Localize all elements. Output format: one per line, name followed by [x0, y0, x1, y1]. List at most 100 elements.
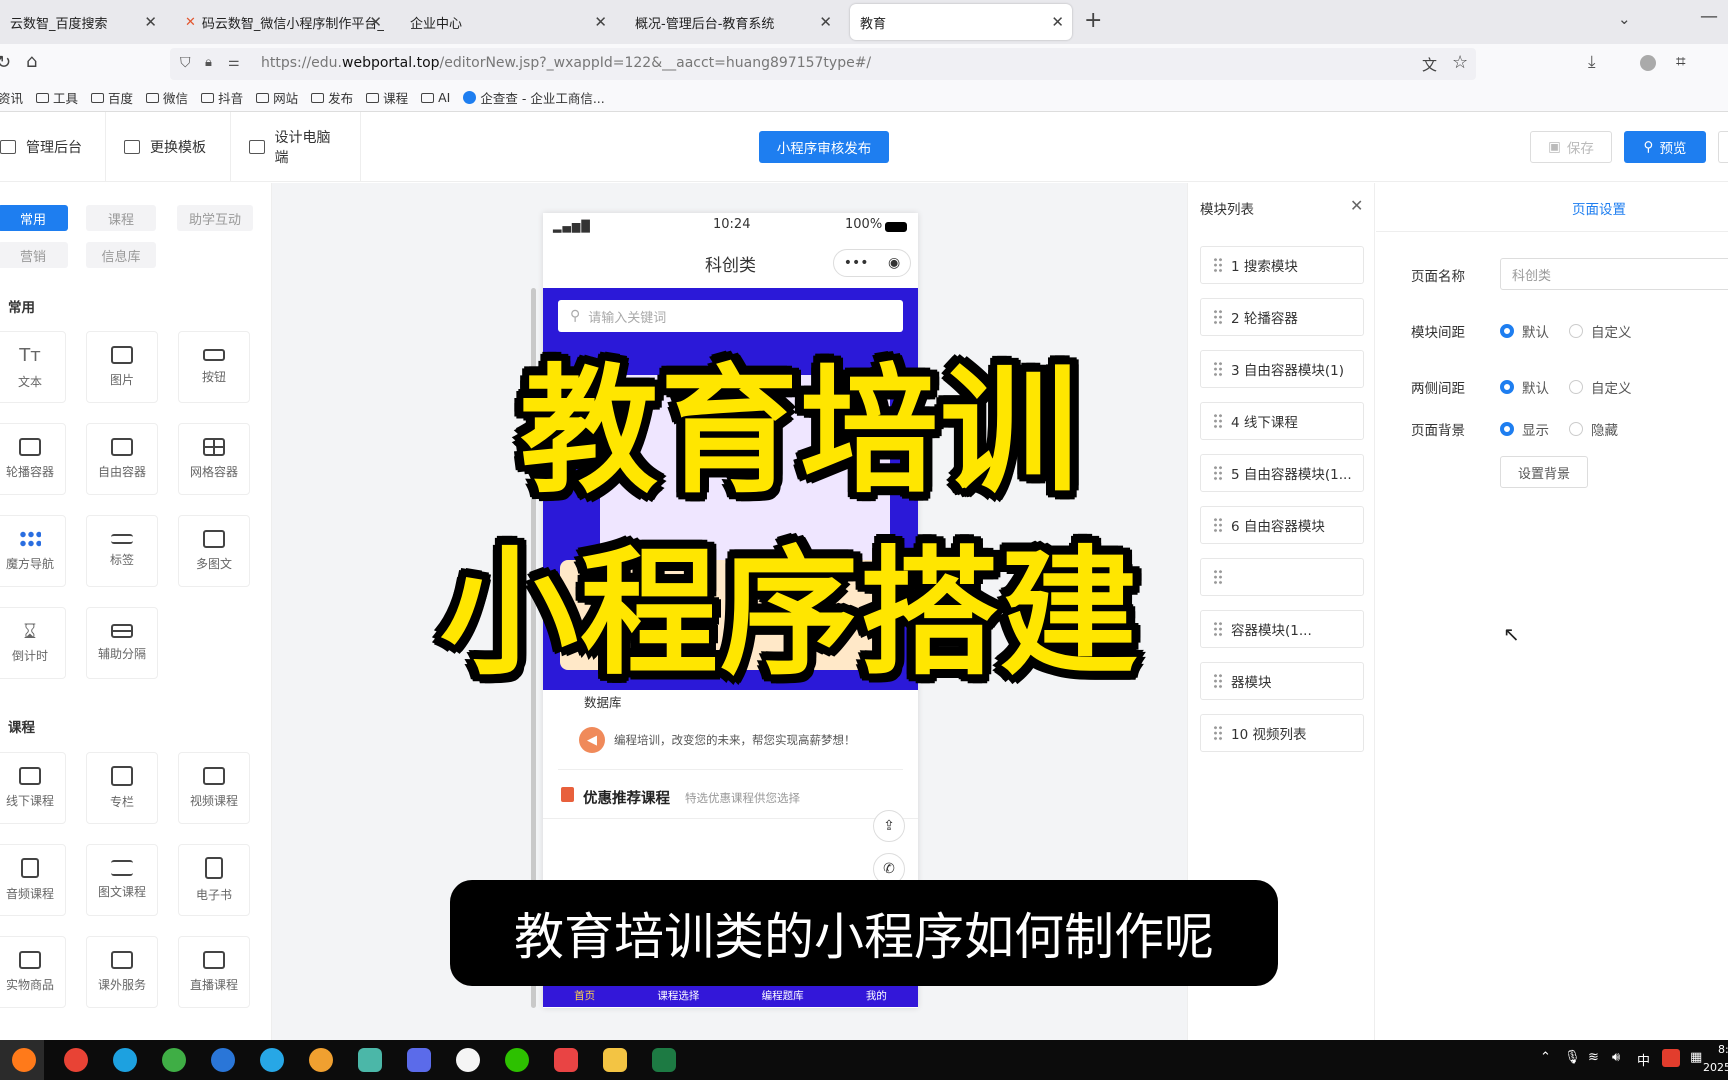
close-icon[interactable]: ✕: [819, 13, 832, 31]
component-live-course[interactable]: 直播课程: [178, 936, 250, 1008]
close-icon[interactable]: ✕: [144, 13, 157, 31]
module-item[interactable]: 容器模块(1...: [1200, 610, 1364, 648]
target-icon[interactable]: ◉: [888, 255, 900, 271]
drag-handle-icon[interactable]: [1213, 465, 1223, 481]
bg-show-radio[interactable]: 显示: [1500, 419, 1549, 439]
ime-indicator[interactable]: 中: [1637, 1050, 1650, 1069]
design-pc-button[interactable]: 设计电脑端: [231, 112, 361, 182]
spacing-custom-radio[interactable]: 自定义: [1569, 321, 1632, 341]
lock-icon[interactable]: 🔒︎: [205, 55, 212, 70]
volume-icon[interactable]: 🔊︎: [1612, 1050, 1620, 1065]
qq-icon[interactable]: [456, 1048, 480, 1072]
home-icon[interactable]: ⌂: [26, 51, 37, 72]
close-icon[interactable]: ✕: [1350, 196, 1363, 215]
reload-icon[interactable]: ↻: [0, 52, 11, 73]
bookmark-folder[interactable]: 网站: [256, 88, 298, 107]
module-item[interactable]: 2 轮播容器: [1200, 298, 1364, 336]
chevron-down-icon[interactable]: ⌄: [1618, 10, 1631, 28]
drag-handle-icon[interactable]: [1213, 725, 1223, 741]
component-button[interactable]: 按钮: [178, 331, 250, 403]
category-marketing[interactable]: 营销: [0, 242, 68, 268]
preview-button[interactable]: ⚲ 预览: [1624, 131, 1706, 163]
page-name-input[interactable]: [1500, 258, 1728, 290]
tab-overview[interactable]: 概况-管理后台-教育系统 ✕: [625, 4, 840, 40]
spacing-default-radio[interactable]: 默认: [1500, 321, 1549, 341]
side-default-radio[interactable]: 默认: [1500, 377, 1549, 397]
module-item[interactable]: 6 自由容器模块: [1200, 506, 1364, 544]
component-free-container[interactable]: 自由容器: [86, 423, 158, 495]
change-template-button[interactable]: 更换模板: [106, 112, 231, 182]
component-article-course[interactable]: 图文课程: [86, 844, 158, 916]
bg-hide-radio[interactable]: 隐藏: [1569, 419, 1618, 439]
bookmark-folder[interactable]: 百度: [91, 88, 133, 107]
database-label[interactable]: 数据库: [584, 692, 622, 711]
bookmark-folder[interactable]: AI: [421, 90, 450, 105]
clock-time[interactable]: 8:: [1718, 1043, 1728, 1056]
module-item[interactable]: 器模块: [1200, 662, 1364, 700]
new-tab-button[interactable]: +: [1084, 8, 1102, 33]
component-image[interactable]: 图片: [86, 331, 158, 403]
edge-icon[interactable]: [113, 1048, 137, 1072]
component-multi-image[interactable]: 多图文: [178, 515, 250, 587]
colorful-app-icon[interactable]: [309, 1048, 333, 1072]
drag-handle-icon[interactable]: [1213, 257, 1223, 273]
component-ebook[interactable]: 电子书: [178, 844, 250, 916]
file-explorer-icon[interactable]: [603, 1048, 627, 1072]
tab-enterprise[interactable]: 企业中心 ✕: [400, 4, 615, 40]
sogou-ime-icon[interactable]: [1662, 1049, 1680, 1067]
extension-icon[interactable]: [1640, 55, 1656, 71]
category-info[interactable]: 信息库: [86, 242, 156, 268]
tab-page-settings[interactable]: 页面设置: [1572, 198, 1626, 218]
wechat-icon[interactable]: [505, 1048, 529, 1072]
drag-handle-icon[interactable]: [1213, 569, 1223, 585]
bookmark-qichacha[interactable]: 企查查 - 企业工商信...: [463, 88, 605, 107]
address-bar[interactable]: ⛉ 🔒︎ ⚌ https://edu.webportal.top/editorN…: [170, 48, 1476, 80]
browser-360-icon[interactable]: [162, 1048, 186, 1072]
category-interaction[interactable]: 助学互动: [177, 205, 253, 231]
component-audio-course[interactable]: 音频课程: [0, 844, 66, 916]
phone-tab-courses[interactable]: 课程选择: [657, 988, 699, 1003]
admin-button[interactable]: 管理后台: [0, 112, 106, 182]
drag-handle-icon[interactable]: [1213, 517, 1223, 533]
qq-browser-icon[interactable]: [260, 1048, 284, 1072]
module-item[interactable]: 5 自由容器模块(1...: [1200, 454, 1364, 492]
chevron-up-icon[interactable]: ⌃: [1540, 1050, 1551, 1065]
set-background-button[interactable]: 设置背景: [1500, 456, 1588, 488]
bookmark-item[interactable]: 资讯: [0, 88, 23, 107]
firefox-icon[interactable]: [12, 1048, 36, 1072]
drag-handle-icon[interactable]: [1213, 413, 1223, 429]
phone-search-input[interactable]: ⚲ 请输入关键词: [558, 300, 903, 332]
download-icon[interactable]: ⤓: [1588, 52, 1596, 72]
component-video-course[interactable]: 视频课程: [178, 752, 250, 824]
bookmark-folder[interactable]: 抖音: [201, 88, 243, 107]
component-divider[interactable]: 辅助分隔: [86, 607, 158, 679]
close-icon[interactable]: ✕: [369, 13, 382, 31]
module-item[interactable]: [1200, 558, 1364, 596]
drag-handle-icon[interactable]: [1213, 621, 1223, 637]
publish-button[interactable]: 小程序审核发布: [759, 131, 889, 163]
phone-tab-questions[interactable]: 编程题库: [762, 988, 804, 1003]
phone-tab-mine[interactable]: 我的: [866, 988, 887, 1003]
module-item[interactable]: 1 搜索模块: [1200, 246, 1364, 284]
component-column[interactable]: 专栏: [86, 752, 158, 824]
bookmark-folder[interactable]: 发布: [311, 88, 353, 107]
save-button[interactable]: ▣ 保存: [1530, 131, 1612, 163]
phone-tab-home[interactable]: 首页: [574, 988, 595, 1003]
bookmark-folder[interactable]: 课程: [366, 88, 408, 107]
capture-app-icon[interactable]: [554, 1048, 578, 1072]
component-text[interactable]: Tт 文本: [0, 331, 66, 403]
component-magic-nav[interactable]: 魔方导航: [0, 515, 66, 587]
translate-icon[interactable]: 文: [1422, 54, 1437, 75]
category-course[interactable]: 课程: [86, 205, 156, 231]
chrome-icon[interactable]: [64, 1048, 88, 1072]
module-item[interactable]: 4 线下课程: [1200, 402, 1364, 440]
category-common[interactable]: 常用: [0, 205, 68, 231]
wifi-icon[interactable]: ≋: [1588, 1050, 1599, 1065]
clock-date[interactable]: 2025: [1703, 1061, 1728, 1074]
component-carousel[interactable]: 轮播容器: [0, 423, 66, 495]
drag-handle-icon[interactable]: [1213, 673, 1223, 689]
microphone-icon[interactable]: 🎙︎: [1564, 1050, 1581, 1065]
grid-icon[interactable]: ▦: [1690, 1050, 1702, 1065]
star-icon[interactable]: ☆: [1452, 52, 1468, 73]
close-icon[interactable]: ✕: [1051, 13, 1064, 31]
